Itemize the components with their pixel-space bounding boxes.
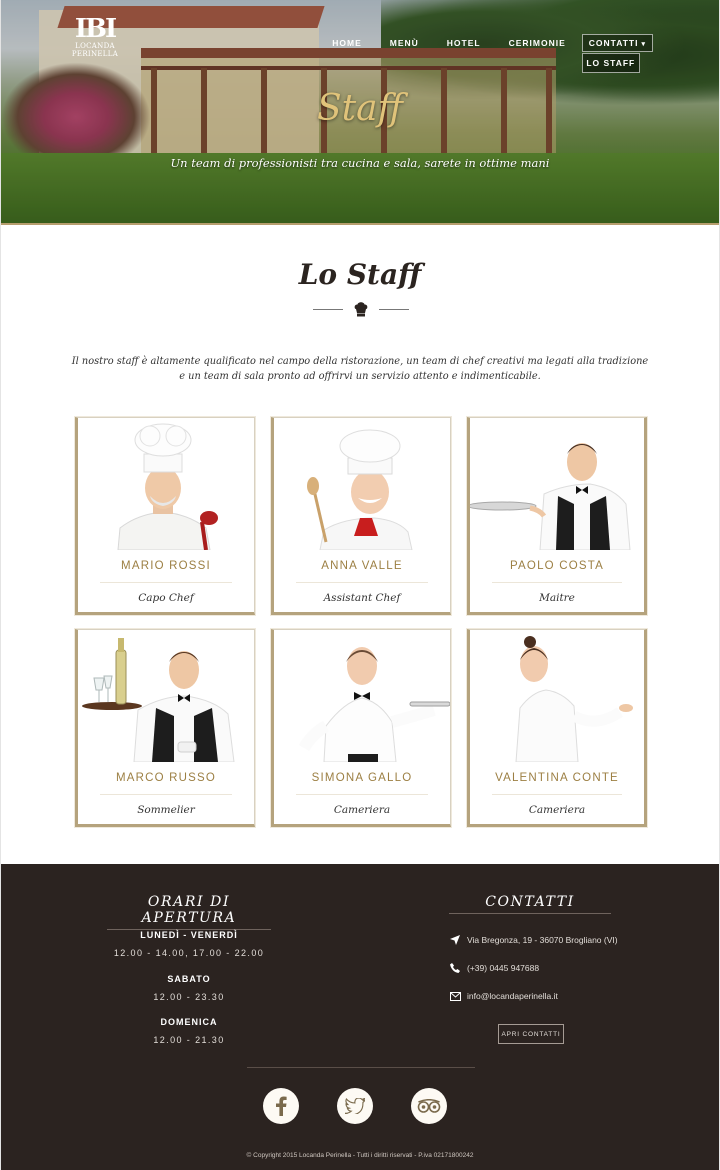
schedule-day: LUNEDÌ - VENERDÌ	[140, 930, 238, 940]
nav-cerimonie[interactable]: CERIMONIE	[495, 34, 580, 52]
staff-photo	[470, 418, 644, 550]
orari-heading: ORARI DI APERTURA	[107, 894, 271, 930]
site-footer: ORARI DI APERTURA LUNEDÌ - VENERDÌ 12.00…	[1, 864, 719, 1170]
staff-name: ANNA VALLE	[321, 560, 403, 572]
email-text: info@locandaperinella.it	[467, 991, 558, 1001]
intro-text: Il nostro staff è altamente qualificato …	[61, 354, 659, 384]
nav-menu[interactable]: MENÙ	[376, 34, 433, 52]
schedule-day: DOMENICA	[160, 1017, 218, 1027]
staff-role: Cameriera	[333, 804, 391, 816]
site-logo[interactable]: IBI LOCANDA PERINELLA	[71, 16, 119, 58]
hero-title: Staff	[316, 88, 404, 129]
intro-line-2: e un team di sala pronto ad offrirvi un …	[179, 371, 541, 382]
logo-text: LOCANDA PERINELLA	[71, 42, 119, 58]
staff-photo	[274, 630, 450, 762]
facebook-icon[interactable]	[263, 1088, 299, 1124]
copyright-text: © Copyright 2015 Locanda Perinella - Tut…	[246, 1152, 474, 1159]
caret-down-icon: ▾	[641, 41, 646, 48]
staff-name: SIMONA GALLO	[311, 772, 413, 784]
nav-contatti[interactable]: CONTATTI ▾ LO STAFF	[581, 34, 653, 73]
staff-role: Assistant Chef	[323, 592, 401, 604]
page: IBI LOCANDA PERINELLA HOME MENÙ HOTEL CE…	[0, 0, 720, 1170]
contact-address: Via Bregonza, 19 - 36070 Brogliano (VI)	[449, 933, 689, 947]
hero-banner: IBI LOCANDA PERINELLA HOME MENÙ HOTEL CE…	[1, 0, 719, 225]
submenu-lo-staff[interactable]: LO STAFF	[581, 53, 640, 73]
twitter-icon[interactable]	[337, 1088, 373, 1124]
schedule-hours: 12.00 - 14.00, 17.00 - 22.00	[113, 948, 265, 958]
open-contacts-button[interactable]: APRI CONTATTI	[498, 1024, 564, 1044]
staff-role: Sommelier	[137, 804, 195, 816]
staff-role: Capo Chef	[138, 592, 194, 604]
hero-subtitle: Un team di professionisti tra cucina e s…	[170, 156, 550, 170]
schedule-hours: 12.00 - 21.30	[153, 1035, 225, 1045]
staff-photo	[78, 418, 254, 550]
staff-card[interactable]: ANNA VALLE Assistant Chef	[271, 417, 451, 615]
section-title: Lo Staff	[298, 258, 422, 291]
staff-role: Cameriera	[528, 804, 586, 816]
phone-icon	[449, 962, 461, 974]
staff-card[interactable]: VALENTINA CONTE Cameriera	[467, 629, 647, 827]
address-text: Via Bregonza, 19 - 36070 Brogliano (VI)	[467, 935, 618, 945]
staff-photo	[470, 630, 644, 762]
staff-name: PAOLO COSTA	[510, 560, 604, 572]
nav-contatti-label: CONTATTI	[588, 38, 639, 48]
staff-card[interactable]: SIMONA GALLO Cameriera	[271, 629, 451, 827]
main-nav: HOME MENÙ HOTEL CERIMONIE CONTATTI ▾ LO S…	[318, 34, 653, 73]
staff-role: Maitre	[539, 592, 575, 604]
staff-name: MARIO ROSSI	[121, 560, 211, 572]
chef-hat-icon	[354, 302, 368, 317]
tripadvisor-icon[interactable]	[411, 1088, 447, 1124]
staff-name: MARCO RUSSO	[115, 772, 217, 784]
staff-card[interactable]: MARCO RUSSO Sommelier	[75, 629, 255, 827]
schedule-day: SABATO	[167, 974, 211, 984]
staff-photo	[274, 418, 450, 550]
location-arrow-icon	[449, 934, 461, 946]
staff-grid: MARIO ROSSI Capo Chef ANNA VALLE Assista…	[75, 417, 647, 827]
staff-card[interactable]: PAOLO COSTA Maitre	[467, 417, 647, 615]
staff-name: VALENTINA CONTE	[495, 772, 619, 784]
contatti-heading: CONTATTI	[449, 894, 611, 914]
nav-hotel[interactable]: HOTEL	[433, 34, 495, 52]
intro-line-1: Il nostro staff è altamente qualificato …	[71, 356, 649, 367]
phone-text: (+39) 0445 947688	[467, 963, 540, 973]
contact-email[interactable]: info@locandaperinella.it	[449, 989, 689, 1003]
nav-home[interactable]: HOME	[318, 34, 376, 52]
contact-phone[interactable]: (+39) 0445 947688	[449, 961, 689, 975]
envelope-icon	[449, 990, 461, 1002]
staff-card[interactable]: MARIO ROSSI Capo Chef	[75, 417, 255, 615]
title-divider	[313, 300, 409, 320]
schedule-hours: 12.00 - 23.30	[153, 992, 225, 1002]
staff-photo	[78, 630, 254, 762]
footer-divider	[247, 1067, 475, 1068]
logo-mark: IBI	[74, 14, 117, 44]
